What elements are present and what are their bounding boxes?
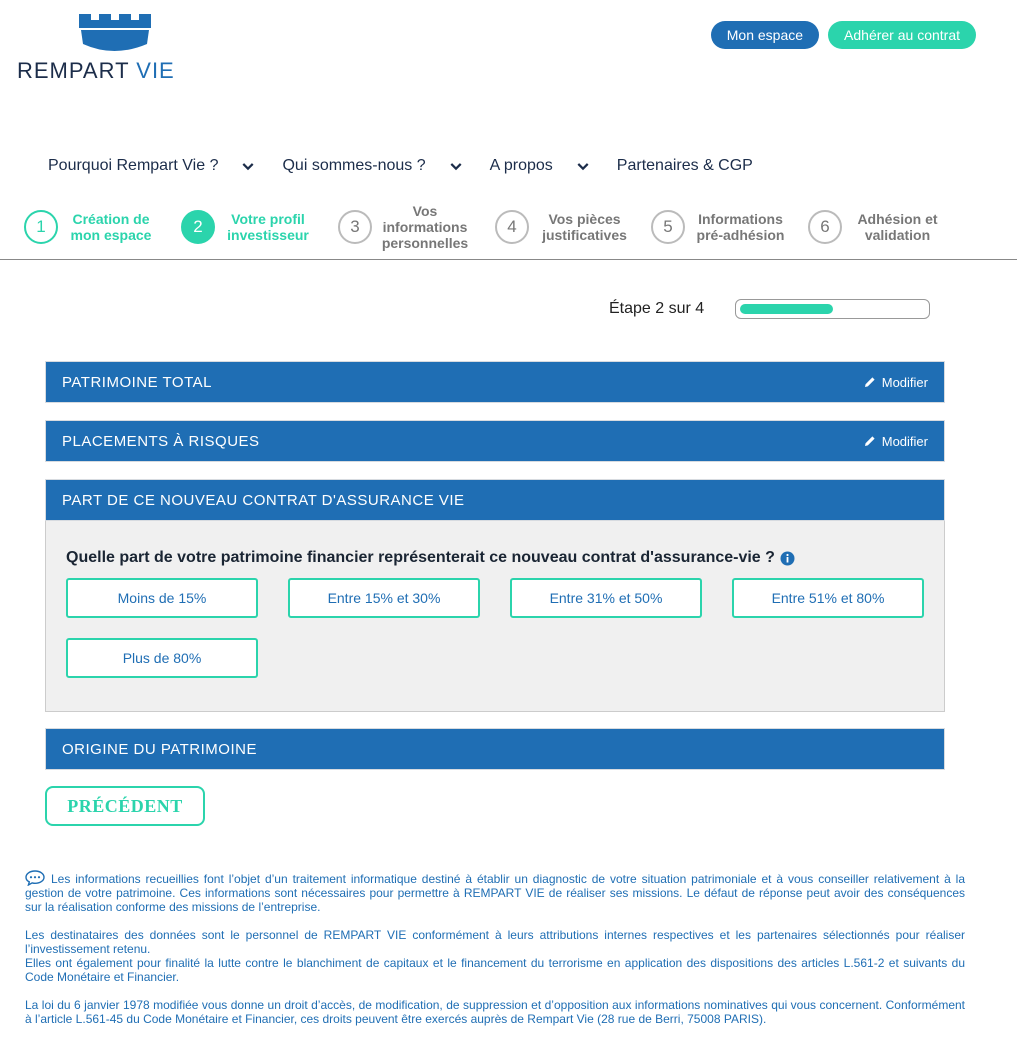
section-header[interactable]: ORIGINE DU PATRIMOINE xyxy=(45,728,945,770)
step-label: Vos pièces justificatives xyxy=(542,211,627,243)
step-number: 1 xyxy=(24,210,58,244)
chevron-down-icon xyxy=(242,160,254,172)
modify-button[interactable]: Modifier xyxy=(864,375,928,390)
step-label: Votre profil investisseur xyxy=(227,211,309,243)
option-31-50[interactable]: Entre 31% et 50% xyxy=(510,578,702,618)
modify-label: Modifier xyxy=(881,374,928,390)
nav-item-about-us[interactable]: Qui sommes-nous ? xyxy=(282,157,462,175)
step-1[interactable]: 1 Création de mon espace xyxy=(24,200,156,254)
header-actions: Mon espace Adhérer au contrat xyxy=(710,21,976,49)
legal-paragraph-4: La loi du 6 janvier 1978 modifiée vous d… xyxy=(25,998,965,1026)
progress-fill xyxy=(740,304,834,314)
pencil-icon xyxy=(864,377,875,387)
brand-name-part2: VIE xyxy=(136,58,175,83)
section-part-contrat: PART DE CE NOUVEAU CONTRAT D'ASSURANCE V… xyxy=(45,479,945,712)
chat-bubble-icon xyxy=(25,870,45,886)
brand-name: REMPART VIE xyxy=(17,58,175,84)
legal-paragraph-2: Les destinataires des données sont le pe… xyxy=(25,928,965,956)
step-5: 5 Informations pré-adhésion xyxy=(651,200,788,254)
brand-name-part1: REMPART xyxy=(17,58,130,83)
step-number: 5 xyxy=(651,210,685,244)
section-title: PART DE CE NOUVEAU CONTRAT D'ASSURANCE V… xyxy=(62,491,465,509)
step-label: Adhésion et validation xyxy=(857,211,938,243)
nav-item-partners[interactable]: Partenaires & CGP xyxy=(617,157,753,175)
progress: Étape 2 sur 4 xyxy=(609,299,931,319)
section-title: PATRIMOINE TOTAL xyxy=(62,373,212,391)
step-number: 4 xyxy=(495,210,529,244)
section-title: ORIGINE DU PATRIMOINE xyxy=(62,740,257,758)
step-4: 4 Vos pièces justificatives xyxy=(495,200,632,254)
nav-item-label: Pourquoi Rempart Vie ? xyxy=(48,157,219,174)
option-51-80[interactable]: Entre 51% et 80% xyxy=(732,578,924,618)
legal-notice: Les informations recueillies font l’obje… xyxy=(25,870,965,1040)
modify-label: Modifier xyxy=(881,433,928,449)
step-number: 3 xyxy=(338,210,372,244)
previous-button[interactable]: PRÉCÉDENT xyxy=(45,786,205,826)
brand-logo[interactable]: REMPART VIE xyxy=(17,14,217,84)
step-label: Vos informations personnelles xyxy=(381,203,469,251)
section-header[interactable]: PLACEMENTS À RISQUES Modifier xyxy=(45,420,945,462)
nav-item-why[interactable]: Pourquoi Rempart Vie ? xyxy=(48,157,254,175)
question-text: Quelle part de votre patrimoine financie… xyxy=(66,549,775,566)
nav-item-label: A propos xyxy=(489,157,553,174)
nav-item-label: Partenaires & CGP xyxy=(616,157,753,174)
step-number: 6 xyxy=(808,210,842,244)
option-less-15[interactable]: Moins de 15% xyxy=(66,578,258,618)
tower-icon xyxy=(79,14,151,51)
nav-item-label: Qui sommes-nous ? xyxy=(282,157,426,174)
option-more-80[interactable]: Plus de 80% xyxy=(66,638,258,678)
section-body: Quelle part de votre patrimoine financie… xyxy=(45,521,945,712)
chevron-down-icon xyxy=(577,160,589,172)
step-6: 6 Adhésion et validation xyxy=(808,200,945,254)
step-3: 3 Vos informations personnelles xyxy=(338,200,470,254)
step-label: Création de mon espace xyxy=(70,211,152,243)
main-nav: Pourquoi Rempart Vie ? Qui sommes-nous ?… xyxy=(48,157,781,175)
legal-paragraph-3: Elles ont également pour finalité la lut… xyxy=(25,956,965,984)
step-number: 2 xyxy=(181,210,215,244)
legal-text: Les informations recueillies font l’obje… xyxy=(25,872,965,914)
legal-paragraph-1: Les informations recueillies font l’obje… xyxy=(25,870,965,914)
section-placements-risques: PLACEMENTS À RISQUES Modifier xyxy=(45,420,945,462)
section-title: PLACEMENTS À RISQUES xyxy=(62,432,260,450)
pencil-icon xyxy=(864,436,875,446)
step-indicator: 1 Création de mon espace 2 Votre profil … xyxy=(0,200,1017,260)
section-header[interactable]: PART DE CE NOUVEAU CONTRAT D'ASSURANCE V… xyxy=(45,479,945,521)
section-origine-patrimoine: ORIGINE DU PATRIMOINE xyxy=(45,728,945,770)
join-contract-button[interactable]: Adhérer au contrat xyxy=(828,21,976,49)
nav-item-apropos[interactable]: A propos xyxy=(490,157,589,175)
step-2[interactable]: 2 Votre profil investisseur xyxy=(181,200,313,254)
progress-label: Étape 2 sur 4 xyxy=(609,300,705,317)
step-label: Informations pré-adhésion xyxy=(696,211,785,243)
answer-options: Moins de 15% Entre 15% et 30% Entre 31% … xyxy=(66,578,924,678)
question: Quelle part de votre patrimoine financie… xyxy=(66,549,924,567)
info-icon[interactable] xyxy=(780,551,795,566)
modify-button[interactable]: Modifier xyxy=(864,434,928,449)
section-patrimoine-total: PATRIMOINE TOTAL Modifier xyxy=(45,361,945,403)
section-header[interactable]: PATRIMOINE TOTAL Modifier xyxy=(45,361,945,403)
option-15-30[interactable]: Entre 15% et 30% xyxy=(288,578,480,618)
chevron-down-icon xyxy=(450,160,462,172)
my-space-button[interactable]: Mon espace xyxy=(710,21,820,49)
progress-bar xyxy=(735,299,931,319)
